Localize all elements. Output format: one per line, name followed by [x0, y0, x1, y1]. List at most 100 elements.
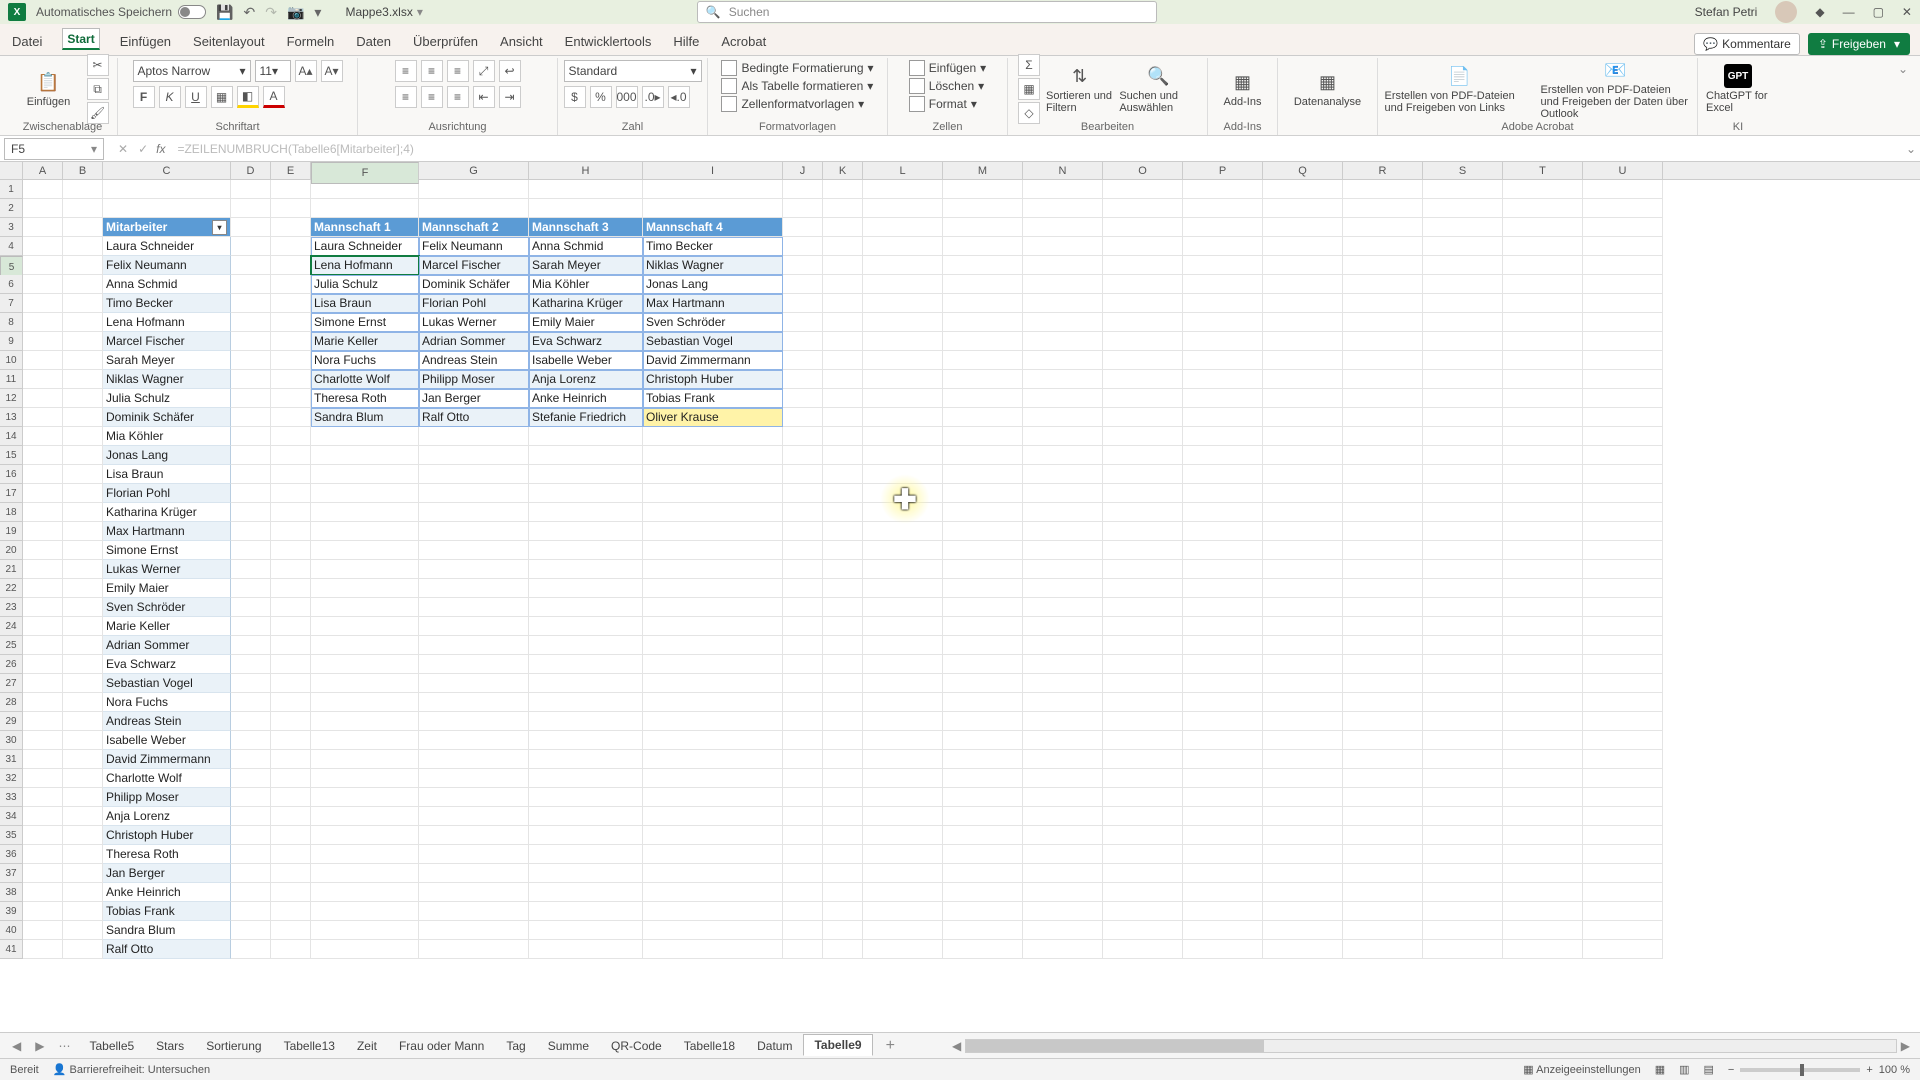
cell-L41[interactable]: [863, 940, 943, 959]
cell-L13[interactable]: [863, 408, 943, 427]
cell-M5[interactable]: [943, 256, 1023, 275]
cell-N12[interactable]: [1023, 389, 1103, 408]
cell-N41[interactable]: [1023, 940, 1103, 959]
cell-D10[interactable]: [231, 351, 271, 370]
cell-S39[interactable]: [1423, 902, 1503, 921]
cell-L14[interactable]: [863, 427, 943, 446]
cell-S21[interactable]: [1423, 560, 1503, 579]
cell-A13[interactable]: [23, 408, 63, 427]
cell-Q29[interactable]: [1263, 712, 1343, 731]
cell-E18[interactable]: [271, 503, 311, 522]
cell-P37[interactable]: [1183, 864, 1263, 883]
cell-E14[interactable]: [271, 427, 311, 446]
cell-I36[interactable]: [643, 845, 783, 864]
cell-T40[interactable]: [1503, 921, 1583, 940]
cell-U31[interactable]: [1583, 750, 1663, 769]
cell-K33[interactable]: [823, 788, 863, 807]
cell-J7[interactable]: [783, 294, 823, 313]
cell-G41[interactable]: [419, 940, 529, 959]
cell-C12[interactable]: Julia Schulz: [103, 389, 231, 408]
cell-F20[interactable]: [311, 541, 419, 560]
pdf-link-button[interactable]: 📄Erstellen von PDF-Dateien und Freigeben…: [1385, 64, 1535, 114]
sheet-tabelle5[interactable]: Tabelle5: [78, 1034, 145, 1058]
enter-formula-icon[interactable]: ✓: [138, 142, 148, 156]
cell-R31[interactable]: [1343, 750, 1423, 769]
cell-S8[interactable]: [1423, 313, 1503, 332]
cell-B18[interactable]: [63, 503, 103, 522]
cell-L7[interactable]: [863, 294, 943, 313]
cell-C9[interactable]: Marcel Fischer: [103, 332, 231, 351]
cell-B23[interactable]: [63, 598, 103, 617]
cell-U18[interactable]: [1583, 503, 1663, 522]
cell-D3[interactable]: [231, 218, 271, 237]
cell-N22[interactable]: [1023, 579, 1103, 598]
cell-R9[interactable]: [1343, 332, 1423, 351]
cell-S27[interactable]: [1423, 674, 1503, 693]
cell-B12[interactable]: [63, 389, 103, 408]
cell-E39[interactable]: [271, 902, 311, 921]
cell-C28[interactable]: Nora Fuchs: [103, 693, 231, 712]
cell-U22[interactable]: [1583, 579, 1663, 598]
sheet-tabelle13[interactable]: Tabelle13: [273, 1034, 346, 1058]
cell-A16[interactable]: [23, 465, 63, 484]
cell-D19[interactable]: [231, 522, 271, 541]
cell-P13[interactable]: [1183, 408, 1263, 427]
cell-I26[interactable]: [643, 655, 783, 674]
cell-O15[interactable]: [1103, 446, 1183, 465]
cell-L25[interactable]: [863, 636, 943, 655]
cell-H33[interactable]: [529, 788, 643, 807]
row-38[interactable]: 38: [0, 883, 23, 902]
cell-T11[interactable]: [1503, 370, 1583, 389]
cell-D33[interactable]: [231, 788, 271, 807]
cell-G14[interactable]: [419, 427, 529, 446]
cell-M23[interactable]: [943, 598, 1023, 617]
cell-L23[interactable]: [863, 598, 943, 617]
cell-O24[interactable]: [1103, 617, 1183, 636]
cell-S13[interactable]: [1423, 408, 1503, 427]
cell-C8[interactable]: Lena Hofmann: [103, 313, 231, 332]
col-B[interactable]: B: [63, 162, 103, 179]
cell-D32[interactable]: [231, 769, 271, 788]
cell-J2[interactable]: [783, 199, 823, 218]
cell-H7[interactable]: Katharina Krüger: [529, 294, 643, 313]
cell-F13[interactable]: Sandra Blum: [311, 408, 419, 427]
share-button[interactable]: ⇪Freigeben▾: [1808, 33, 1910, 55]
cell-F9[interactable]: Marie Keller: [311, 332, 419, 351]
cell-J8[interactable]: [783, 313, 823, 332]
cell-P12[interactable]: [1183, 389, 1263, 408]
cell-U28[interactable]: [1583, 693, 1663, 712]
cell-F15[interactable]: [311, 446, 419, 465]
cell-S9[interactable]: [1423, 332, 1503, 351]
cell-L5[interactable]: [863, 256, 943, 275]
cell-P25[interactable]: [1183, 636, 1263, 655]
cell-P34[interactable]: [1183, 807, 1263, 826]
cell-F6[interactable]: Julia Schulz: [311, 275, 419, 294]
cell-J39[interactable]: [783, 902, 823, 921]
cell-C6[interactable]: Anna Schmid: [103, 275, 231, 294]
cell-L27[interactable]: [863, 674, 943, 693]
cell-D29[interactable]: [231, 712, 271, 731]
cell-G12[interactable]: Jan Berger: [419, 389, 529, 408]
indent-dec-icon[interactable]: ⇤: [473, 86, 495, 108]
cell-B14[interactable]: [63, 427, 103, 446]
cell-M3[interactable]: [943, 218, 1023, 237]
cell-D40[interactable]: [231, 921, 271, 940]
cell-T39[interactable]: [1503, 902, 1583, 921]
cell-E28[interactable]: [271, 693, 311, 712]
cell-P38[interactable]: [1183, 883, 1263, 902]
tab-ansicht[interactable]: Ansicht: [498, 28, 545, 55]
cell-T30[interactable]: [1503, 731, 1583, 750]
cell-F39[interactable]: [311, 902, 419, 921]
cell-R36[interactable]: [1343, 845, 1423, 864]
cell-J28[interactable]: [783, 693, 823, 712]
align-top-icon[interactable]: ≡: [395, 60, 417, 82]
cell-P40[interactable]: [1183, 921, 1263, 940]
cell-J17[interactable]: [783, 484, 823, 503]
col-H[interactable]: H: [529, 162, 643, 179]
cell-D9[interactable]: [231, 332, 271, 351]
cell-B21[interactable]: [63, 560, 103, 579]
cell-H1[interactable]: [529, 180, 643, 199]
cell-C22[interactable]: Emily Maier: [103, 579, 231, 598]
cell-H11[interactable]: Anja Lorenz: [529, 370, 643, 389]
cell-C20[interactable]: Simone Ernst: [103, 541, 231, 560]
